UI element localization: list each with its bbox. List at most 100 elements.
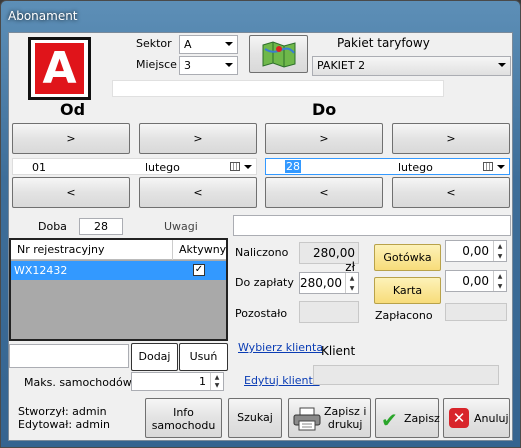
grid-header: Nr rejestracyjny Aktywny: [11, 240, 226, 260]
chevron-down-icon: [225, 42, 233, 46]
from-date-picker[interactable]: 01 lutego: [12, 158, 257, 175]
paid-label: Zapłacono: [375, 309, 433, 322]
calendar-icon[interactable]: [230, 162, 240, 171]
topay-label: Do zapłaty: [235, 276, 294, 289]
card-value: 0,00: [462, 274, 489, 288]
chevron-down-icon[interactable]: [497, 165, 505, 169]
stepper-down-icon[interactable]: ▼: [211, 382, 223, 391]
dialog-body: A Sektor A Miejsce 3 Pakiet taryfowy PAK…: [8, 32, 513, 441]
logo: A: [28, 37, 91, 100]
to-day-next-button[interactable]: >: [265, 123, 383, 154]
col-active-header[interactable]: Aktywny: [179, 243, 226, 256]
save-label: Zapisz: [404, 412, 440, 425]
from-day: 01: [32, 161, 46, 174]
from-month-next-button[interactable]: >: [139, 123, 257, 154]
window: Abonament A Sektor A Miejsce 3 Pakiet ta…: [0, 0, 521, 448]
cancel-button[interactable]: ✕ Anuluj: [443, 398, 510, 438]
place-value: 3: [184, 59, 191, 72]
stepper-buttons[interactable]: ▲ ▼: [493, 241, 506, 261]
stepper-up-icon[interactable]: ▲: [346, 273, 358, 283]
charged-label: Naliczono: [235, 246, 289, 259]
edit-client-link[interactable]: Edytuj klienta: [244, 374, 320, 387]
stepper-buttons[interactable]: ▲ ▼: [493, 271, 506, 291]
cash-stepper[interactable]: 0,00 ▲ ▼: [445, 240, 507, 262]
to-month-next-button[interactable]: >: [392, 123, 510, 154]
col-nr-header[interactable]: Nr rejestracyjny: [17, 243, 105, 256]
stepper-buttons[interactable]: ▲ ▼: [345, 273, 358, 293]
from-day-prev-button[interactable]: <: [12, 177, 130, 208]
remaining-label: Pozostało: [235, 307, 288, 320]
max-cars-stepper[interactable]: 1 ▲ ▼: [131, 372, 224, 391]
created-by: Stworzył: admin: [18, 405, 107, 418]
save-print-button[interactable]: Zapisz i drukuj: [288, 398, 371, 438]
from-month-prev-button[interactable]: <: [139, 177, 257, 208]
cash-value: 0,00: [462, 244, 489, 258]
uwagi-input[interactable]: [233, 215, 511, 236]
add-vehicle-button[interactable]: Dodaj: [131, 343, 178, 371]
stepper-up-icon[interactable]: ▲: [494, 271, 506, 281]
save-print-label: Zapisz i drukuj: [324, 405, 367, 431]
check-icon: ✔: [381, 408, 398, 432]
chevron-down-icon[interactable]: [244, 165, 252, 169]
chevron-down-icon: [225, 63, 233, 67]
table-row[interactable]: WX12432 ✓: [11, 261, 226, 280]
doba-value: 28: [79, 218, 123, 235]
stepper-down-icon[interactable]: ▼: [494, 251, 506, 261]
client-value: [313, 365, 499, 385]
info-banner: [112, 80, 444, 97]
calendar-icon[interactable]: [483, 162, 493, 171]
map-icon: [262, 41, 295, 68]
paid-value: [445, 303, 507, 321]
from-heading: Od: [60, 100, 86, 119]
remove-vehicle-button[interactable]: Usuń: [179, 343, 228, 371]
cash-button[interactable]: Gotówka: [374, 244, 441, 271]
cancel-label: Anuluj: [474, 412, 509, 425]
topay-value: 280,00: [300, 276, 342, 290]
client-label: Klient: [321, 344, 356, 358]
vehicle-active-checkbox[interactable]: ✓: [193, 264, 205, 276]
tariff-label: Pakiet taryfowy: [337, 36, 430, 50]
to-day: 28: [285, 160, 301, 173]
charged-value: 280,00 zł: [299, 242, 359, 274]
doba-label: Doba: [38, 220, 67, 233]
close-icon: ✕: [449, 408, 469, 428]
card-button[interactable]: Karta: [374, 277, 441, 304]
max-cars-label: Maks. samochodów: [24, 376, 132, 389]
chevron-down-icon: [498, 63, 506, 67]
from-month: lutego: [145, 161, 180, 174]
card-stepper[interactable]: 0,00 ▲ ▼: [445, 270, 507, 292]
max-cars-value: 1: [199, 375, 206, 388]
sector-select[interactable]: A: [179, 35, 238, 54]
stepper-down-icon[interactable]: ▼: [346, 283, 358, 293]
from-day-next-button[interactable]: >: [12, 123, 130, 154]
choose-client-link[interactable]: Wybierz klienta: [238, 341, 323, 354]
topay-stepper[interactable]: 280,00 ▲ ▼: [299, 272, 359, 294]
sector-value: A: [184, 38, 192, 51]
search-button[interactable]: Szukaj: [228, 398, 282, 438]
place-select[interactable]: 3: [179, 56, 238, 75]
to-heading: Do: [312, 100, 337, 119]
stepper-up-icon[interactable]: ▲: [211, 373, 223, 382]
stepper-buttons[interactable]: ▲ ▼: [210, 373, 223, 390]
to-month-prev-button[interactable]: <: [392, 177, 510, 208]
uwagi-label: Uwagi: [164, 220, 198, 233]
logo-letter: A: [35, 43, 84, 94]
place-label: Miejsce: [136, 58, 177, 71]
printer-icon: [293, 407, 321, 431]
tariff-select[interactable]: PAKIET 2: [312, 56, 511, 76]
tariff-value: PAKIET 2: [317, 59, 366, 72]
vehicles-grid[interactable]: Nr rejestracyjny Aktywny WX12432 ✓: [9, 238, 228, 341]
remaining-value: [299, 301, 359, 323]
edited-by: Edytował: admin: [18, 418, 111, 431]
to-month: lutego: [398, 161, 433, 174]
stepper-up-icon[interactable]: ▲: [494, 241, 506, 251]
new-vehicle-input[interactable]: [9, 344, 129, 368]
sector-label: Sektor: [136, 37, 172, 50]
vehicle-info-button[interactable]: Info samochodu: [145, 398, 222, 438]
to-date-picker[interactable]: 28 lutego: [265, 158, 510, 175]
to-day-prev-button[interactable]: <: [265, 177, 383, 208]
stepper-down-icon[interactable]: ▼: [494, 281, 506, 291]
save-button[interactable]: ✔ Zapisz: [375, 398, 440, 438]
vehicle-nr: WX12432: [14, 264, 68, 277]
map-button[interactable]: [249, 35, 308, 73]
